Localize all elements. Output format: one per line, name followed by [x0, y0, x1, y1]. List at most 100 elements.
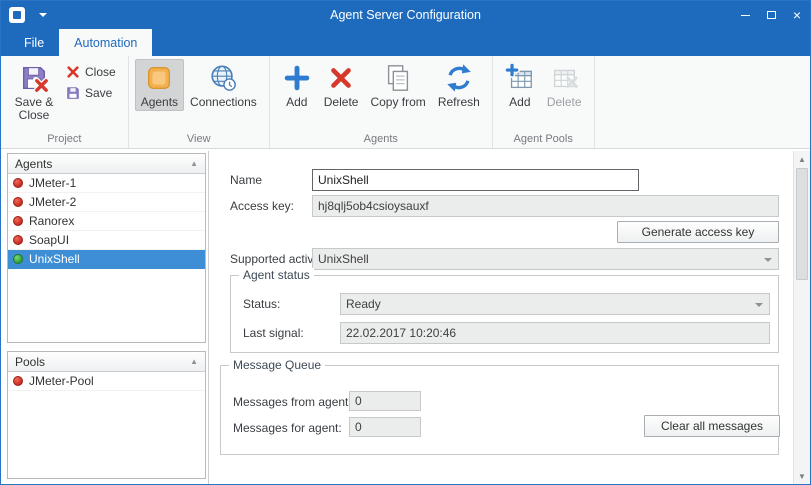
messages-from-agent-value: 0: [355, 394, 362, 408]
agents-view-button[interactable]: Agents: [135, 59, 184, 111]
quick-access-chevron-down-icon[interactable]: [39, 13, 47, 17]
status-offline-icon: [13, 197, 23, 207]
agents-list-header-label: Agents: [15, 157, 52, 171]
button-label: Refresh: [438, 96, 480, 109]
copy-from-icon: [383, 63, 413, 93]
add-plus-icon: [282, 63, 312, 93]
button-label: Copy from: [370, 96, 425, 109]
add-agent-button[interactable]: Add: [276, 59, 318, 111]
button-label: Close: [85, 65, 116, 79]
scroll-up-icon[interactable]: ▲: [794, 151, 810, 167]
pool-name: JMeter-Pool: [29, 374, 94, 388]
messages-from-agent-field: 0: [349, 391, 421, 411]
agents-icon: [144, 63, 174, 93]
chevron-down-icon: [764, 258, 772, 262]
generate-access-key-button[interactable]: Generate access key: [617, 221, 779, 243]
save-button[interactable]: Save: [63, 84, 122, 102]
delete-pool-button: Delete: [541, 59, 588, 111]
message-queue-groupbox: Message Queue Messages from agent: 0 Mes…: [220, 365, 779, 455]
ribbon-group-agent-pools: Add Delete Agent Pools: [493, 56, 595, 148]
button-label: Add: [286, 96, 307, 109]
name-value: UnixShell: [318, 173, 369, 187]
button-label: Delete: [324, 96, 359, 109]
save-close-icon: [19, 63, 49, 93]
button-label: Save & Close: [13, 96, 55, 122]
message-queue-group-title: Message Queue: [229, 358, 325, 372]
agent-row-jmeter-2[interactable]: JMeter-2: [8, 193, 205, 212]
window-controls: ×: [732, 1, 810, 29]
delete-x-icon: [326, 63, 356, 93]
ribbon-tabstrip: File Automation: [1, 29, 810, 56]
agent-name: SoapUI: [29, 233, 69, 247]
ribbon-group-label-agents: Agents: [276, 132, 486, 148]
window-title: Agent Server Configuration: [1, 8, 810, 22]
close-icon: ×: [793, 8, 801, 22]
pool-row-jmeter-pool[interactable]: JMeter-Pool: [8, 372, 205, 391]
table-add-icon: [505, 63, 535, 93]
status-offline-icon: [13, 376, 23, 386]
minimize-button[interactable]: [732, 1, 758, 29]
connections-globe-icon: [208, 63, 238, 93]
scroll-down-icon[interactable]: ▼: [794, 468, 810, 484]
button-label: Add: [509, 96, 530, 109]
table-delete-icon: [549, 63, 579, 93]
pools-list-header-label: Pools: [15, 355, 45, 369]
ribbon-group-label-agent-pools: Agent Pools: [499, 132, 588, 148]
refresh-button[interactable]: Refresh: [432, 59, 486, 111]
status-online-icon: [13, 254, 23, 264]
status-label: Status:: [243, 297, 280, 311]
vertical-scrollbar[interactable]: ▲ ▼: [793, 151, 810, 484]
close-project-button[interactable]: Close: [63, 63, 122, 81]
tab-file[interactable]: File: [9, 29, 59, 56]
app-icon[interactable]: [9, 7, 25, 23]
last-signal-field: 22.02.2017 10:20:46: [340, 322, 770, 344]
agent-name: JMeter-1: [29, 176, 76, 190]
ribbon-group-project: Save & Close Close: [1, 56, 129, 148]
button-label: Delete: [547, 96, 582, 109]
name-input[interactable]: UnixShell: [312, 169, 639, 191]
button-label: Clear all messages: [661, 419, 763, 433]
add-pool-button[interactable]: Add: [499, 59, 541, 111]
access-key-value: hj8qlj5ob4csioysauxf: [318, 199, 429, 213]
agent-row-ranorex[interactable]: Ranorex: [8, 212, 205, 231]
button-label: Generate access key: [642, 225, 755, 239]
button-label: Connections: [190, 96, 257, 109]
access-key-label: Access key:: [230, 199, 294, 213]
ribbon-group-agents: Add Delete: [270, 56, 493, 148]
status-select: Ready: [340, 293, 770, 315]
agent-row-soapui[interactable]: SoapUI: [8, 231, 205, 250]
maximize-button[interactable]: [758, 1, 784, 29]
button-label: Agents: [141, 96, 178, 109]
ribbon-group-view: Agents Connections View: [129, 56, 270, 148]
button-label: Save: [85, 86, 112, 100]
save-and-close-button[interactable]: Save & Close: [7, 59, 61, 124]
connections-view-button[interactable]: Connections: [184, 59, 263, 111]
name-label: Name: [230, 173, 262, 187]
status-value: Ready: [346, 297, 381, 311]
copy-from-button[interactable]: Copy from: [364, 59, 431, 111]
status-offline-icon: [13, 216, 23, 226]
access-key-field[interactable]: hj8qlj5ob4csioysauxf: [312, 195, 779, 217]
tab-automation[interactable]: Automation: [59, 29, 152, 56]
delete-agent-button[interactable]: Delete: [318, 59, 365, 111]
agent-server-configuration-window: Agent Server Configuration × File Automa…: [0, 0, 811, 485]
chevron-down-icon: [755, 303, 763, 307]
agents-list: Agents ▲ JMeter-1 JMeter-2 Ranorex SoapU…: [7, 153, 206, 343]
agent-row-jmeter-1[interactable]: JMeter-1: [8, 174, 205, 193]
clear-all-messages-button[interactable]: Clear all messages: [644, 415, 780, 437]
last-signal-label: Last signal:: [243, 326, 304, 340]
scrollbar-thumb[interactable]: [796, 168, 808, 280]
agent-name: Ranorex: [29, 214, 74, 228]
agent-row-unixshell[interactable]: UnixShell: [8, 250, 205, 269]
sort-ascending-icon: ▲: [190, 357, 198, 366]
pools-list-header[interactable]: Pools ▲: [8, 352, 205, 372]
maximize-icon: [767, 11, 776, 19]
agents-list-header[interactable]: Agents ▲: [8, 154, 205, 174]
last-signal-value: 22.02.2017 10:20:46: [346, 326, 456, 340]
close-button[interactable]: ×: [784, 1, 810, 29]
ribbon-group-label-project: Project: [7, 132, 122, 148]
status-offline-icon: [13, 178, 23, 188]
titlebar: Agent Server Configuration ×: [1, 1, 810, 29]
status-offline-icon: [13, 235, 23, 245]
agent-detail-form: Name UnixShell Access key: hj8qlj5ob4csi…: [208, 151, 793, 484]
